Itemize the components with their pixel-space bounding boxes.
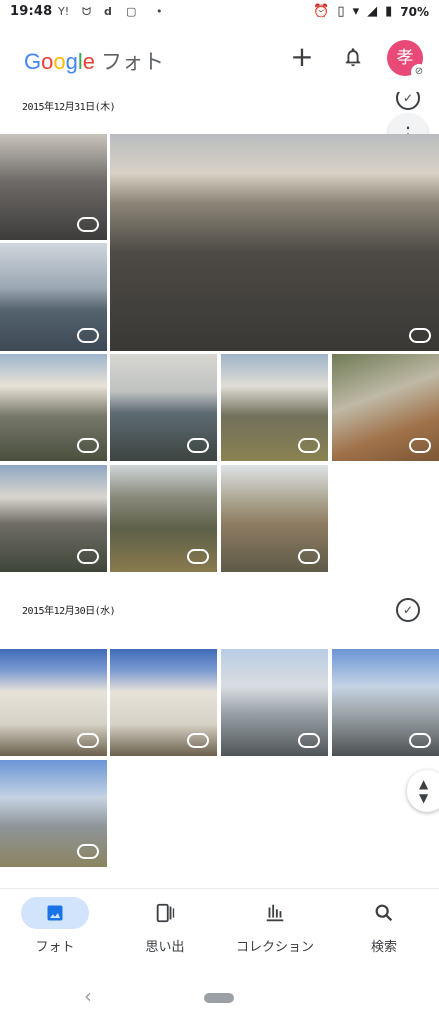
cloud-icon <box>187 438 209 453</box>
cloud-icon <box>77 217 99 232</box>
add-button[interactable]: + <box>290 43 314 71</box>
cloud-icon <box>77 733 99 748</box>
status-time: 19:48 <box>10 4 53 19</box>
memories-icon <box>156 903 175 923</box>
nav-label: コレクション <box>235 940 314 955</box>
photo-thumbnail[interactable] <box>332 649 439 756</box>
photo-thumbnail[interactable] <box>110 649 217 756</box>
section-date-header: 2015年12月30日(水) <box>22 606 116 617</box>
photo-thumbnail[interactable] <box>110 354 217 461</box>
nav-label: フォト <box>35 940 75 955</box>
cloud-icon <box>77 438 99 453</box>
bottom-navigation: フォト 思い出 コレクション 検索 <box>0 888 439 963</box>
back-icon[interactable]: ‹ <box>84 984 92 1008</box>
app-bar: Google フォト + 孝 ⊘ <box>0 26 439 92</box>
cloud-icon <box>298 733 320 748</box>
select-section-checkbox[interactable]: ✓ <box>396 92 420 110</box>
notification-dot-icon: • <box>156 5 163 18</box>
cloud-icon <box>77 328 99 343</box>
photo-thumbnail[interactable] <box>0 243 107 351</box>
photo-thumbnail[interactable] <box>110 465 217 572</box>
vibrate-icon: ▯ <box>337 4 345 19</box>
cloud-icon <box>298 438 320 453</box>
app-title: フォト <box>101 50 165 74</box>
photo-thumbnail[interactable] <box>0 354 107 461</box>
nav-label: 検索 <box>370 940 397 955</box>
photo-thumbnail[interactable] <box>332 354 439 461</box>
cloud-icon <box>409 328 431 343</box>
photo-thumbnail[interactable] <box>0 760 107 867</box>
account-avatar[interactable]: 孝 ⊘ <box>387 40 427 80</box>
photo-icon <box>47 905 63 921</box>
nav-photos[interactable]: フォト <box>0 889 110 963</box>
alarm-icon: ⏰ <box>313 4 330 19</box>
cloud-icon <box>77 549 99 564</box>
backup-off-icon: ⊘ <box>411 64 427 80</box>
photo-thumbnail[interactable] <box>110 134 439 351</box>
cloud-icon <box>298 549 320 564</box>
battery-icon: ▮ <box>385 4 393 19</box>
photo-thumbnail[interactable] <box>221 649 328 756</box>
battery-level: 70% <box>400 4 429 19</box>
photo-grid: 2015年12月31日(木) ✓ ⋮ 2015年12月30日(水) ✓ ▲▼ <box>0 92 439 888</box>
nav-search[interactable]: 検索 <box>329 889 439 963</box>
notification-icon: ᗢ <box>82 5 92 18</box>
nav-collections[interactable]: コレクション <box>220 889 330 963</box>
fast-scroll-handle[interactable]: ▲ ▼ <box>407 770 439 812</box>
collections-icon <box>266 904 284 922</box>
status-bar: 19:48 Y! ᗢ d ▢ • ⏰ ▯ ▾ ◢ ▮ 70% <box>0 0 439 26</box>
notification-icon: ▢ <box>126 5 137 18</box>
notification-icon: d <box>104 5 112 18</box>
notification-icon: Y! <box>58 5 70 18</box>
section-date-header: 2015年12月31日(木) <box>22 102 116 113</box>
cloud-icon <box>409 733 431 748</box>
photo-thumbnail[interactable] <box>221 354 328 461</box>
nav-memories[interactable]: 思い出 <box>110 889 220 963</box>
nav-label: 思い出 <box>145 940 185 955</box>
photo-thumbnail[interactable] <box>0 465 107 572</box>
cloud-icon <box>77 844 99 859</box>
home-pill[interactable] <box>204 993 234 1003</box>
photo-thumbnail[interactable] <box>0 649 107 756</box>
photo-thumbnail[interactable] <box>0 134 107 240</box>
cloud-icon <box>187 733 209 748</box>
wifi-icon: ▾ <box>352 4 360 19</box>
select-section-checkbox[interactable]: ✓ <box>396 598 420 622</box>
app-logo: Google フォト <box>24 46 164 76</box>
signal-icon: ◢ <box>367 4 378 19</box>
search-icon <box>375 904 393 922</box>
system-navigation-bar: ‹ <box>0 962 439 1024</box>
cloud-icon <box>187 549 209 564</box>
photo-thumbnail[interactable] <box>221 465 328 572</box>
bell-icon <box>345 48 361 67</box>
notifications-button[interactable] <box>342 46 364 68</box>
cloud-icon <box>409 438 431 453</box>
